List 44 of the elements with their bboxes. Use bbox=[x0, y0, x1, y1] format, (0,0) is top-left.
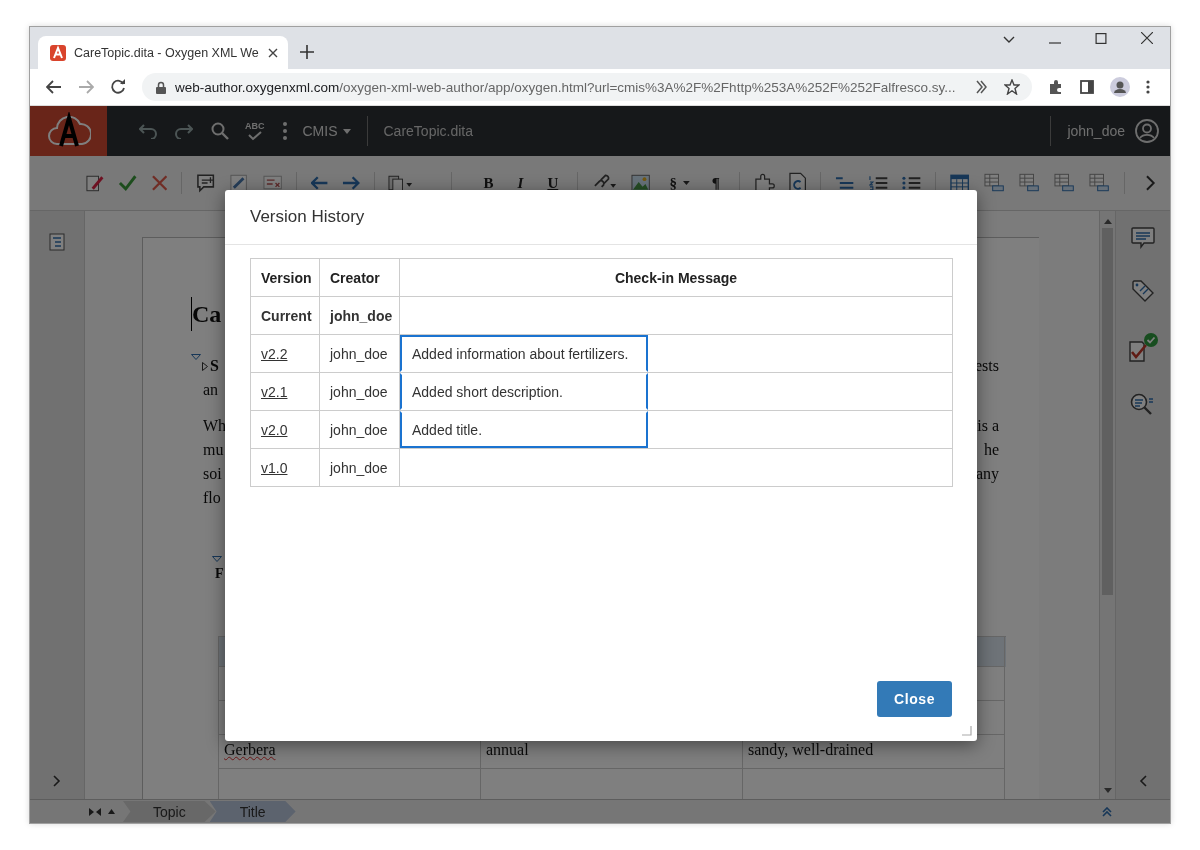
url-text: web-author.oxygenxml.com/oxygen-xml-web-author/app/oxygen.html?url=cmis%3A%2F%2Fhttp%253A%252F%252Falfresco.sy... bbox=[175, 79, 957, 95]
version-link[interactable]: v1.0 bbox=[261, 459, 288, 476]
browser-tab[interactable]: CareTopic.dita - Oxygen XML We bbox=[38, 36, 288, 69]
breadcrumb-item[interactable]: Topic bbox=[123, 801, 216, 822]
table-cell: john_doe bbox=[320, 411, 400, 449]
format-button[interactable]: U bbox=[547, 174, 559, 192]
version-link[interactable]: v2.0 bbox=[261, 421, 288, 438]
selected-message-cell[interactable]: Added title. bbox=[400, 411, 648, 448]
column-header: Creator bbox=[320, 259, 400, 297]
file-name: CareTopic.dita bbox=[383, 123, 473, 139]
selected-message-cell[interactable]: Added information about fertilizers. bbox=[400, 335, 648, 372]
text-line: any bbox=[975, 465, 999, 483]
cmis-menu[interactable]: CMIS bbox=[302, 123, 351, 139]
dialog-title: Version History bbox=[225, 190, 977, 245]
table-cell: john_doe bbox=[320, 373, 400, 411]
format-button[interactable]: I bbox=[517, 174, 524, 192]
selected-message-cell[interactable]: Added short description. bbox=[400, 373, 648, 410]
text-line: Wh bbox=[203, 417, 227, 435]
breadcrumb-item[interactable]: Title bbox=[209, 801, 296, 822]
format-button[interactable]: § bbox=[669, 174, 678, 192]
text-line: mu bbox=[203, 441, 224, 459]
format-button[interactable]: B bbox=[483, 174, 494, 192]
text-line: is a bbox=[977, 417, 999, 435]
version-link[interactable]: v2.2 bbox=[261, 345, 288, 362]
text-line: soi bbox=[203, 465, 222, 483]
table-cell: john_doe bbox=[320, 297, 400, 335]
text-line: S bbox=[210, 357, 219, 375]
table-cell: john_doe bbox=[320, 335, 400, 373]
version-link[interactable]: v2.1 bbox=[261, 383, 288, 400]
topic-title: Ca bbox=[192, 300, 222, 328]
text-line: flo bbox=[203, 489, 221, 507]
format-button[interactable]: ¶ bbox=[711, 174, 720, 192]
address-field[interactable]: web-author.oxygenxml.com/oxygen-xml-web-author/app/oxygen.html?url=cmis%3A%2F%2Fhttp%253A%252F%252Falfresco.sy... bbox=[142, 73, 1032, 101]
text-line: he bbox=[983, 441, 999, 459]
close-button[interactable]: Close bbox=[877, 681, 952, 717]
spell-check-button[interactable]: ABC bbox=[245, 121, 265, 141]
column-header: Version bbox=[251, 259, 320, 297]
user-name[interactable]: john_doe bbox=[1067, 123, 1125, 139]
text-line: an bbox=[203, 381, 219, 399]
column-header: Check-in Message bbox=[400, 259, 953, 297]
table-cell: john_doe bbox=[320, 449, 400, 487]
tab-title: CareTopic.dita - Oxygen XML We bbox=[74, 45, 260, 60]
section-title: F bbox=[215, 566, 225, 583]
table-cell: Current bbox=[251, 297, 320, 335]
